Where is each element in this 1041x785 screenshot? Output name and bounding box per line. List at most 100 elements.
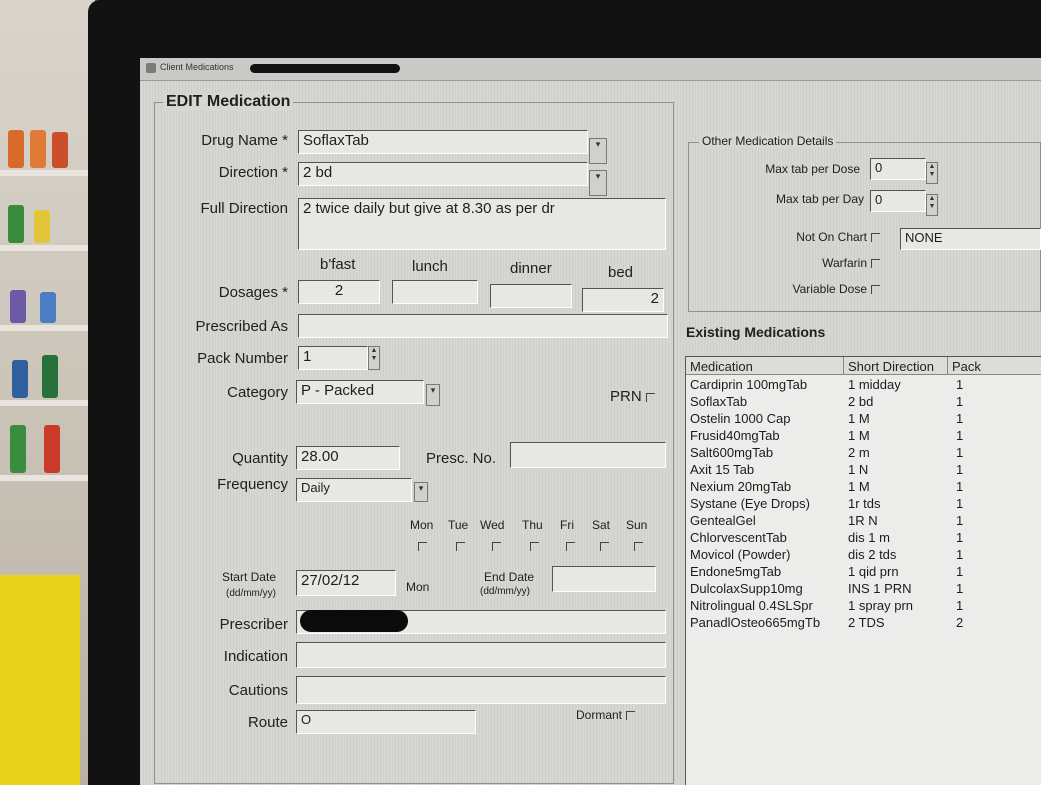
list-item[interactable]: Endone5mgTab 1 qid prn 1 xyxy=(686,564,1041,581)
prescribed-as-label: Prescribed As xyxy=(195,318,288,335)
medication-name: GentealGel xyxy=(690,513,756,528)
pack-number: 1 xyxy=(956,598,964,613)
day-tue: Tue xyxy=(448,518,469,532)
list-item[interactable]: Nexium 20mgTab 1 M 1 xyxy=(686,479,1041,496)
prn-checkbox[interactable] xyxy=(645,392,655,402)
short-direction: 1R N xyxy=(848,513,878,528)
start-date-field[interactable]: 27/02/12 xyxy=(296,570,396,596)
end-date-field[interactable] xyxy=(552,566,656,592)
day-fri: Fri xyxy=(560,518,574,532)
dosage-lunch-field[interactable] xyxy=(392,280,478,304)
day-sat-checkbox[interactable] xyxy=(600,542,609,551)
day-mon-checkbox[interactable] xyxy=(418,542,427,551)
variable-dose-checkbox[interactable] xyxy=(871,285,880,295)
medication-name: Endone5mgTab xyxy=(690,564,782,579)
not-on-chart-field[interactable]: NONE xyxy=(900,228,1041,250)
pack-number: 1 xyxy=(956,394,964,409)
short-direction: 1 qid prn xyxy=(848,564,899,579)
prn-text: PRN xyxy=(610,388,642,405)
quantity-label: Quantity xyxy=(232,450,288,467)
dosage-breakfast-field[interactable]: 2 xyxy=(298,280,380,304)
day-wed-checkbox[interactable] xyxy=(492,542,501,551)
category-select[interactable]: P - Packed xyxy=(296,380,424,404)
quantity-field[interactable]: 28.00 xyxy=(296,446,400,470)
end-date-label: End Date xyxy=(484,570,535,584)
existing-medications-list[interactable]: Medication Short Direction Pack Cardipri… xyxy=(685,356,1041,785)
direction-field[interactable]: 2 bd xyxy=(298,162,588,186)
column-header-short-direction[interactable]: Short Direction xyxy=(844,357,948,375)
list-item[interactable]: Systane (Eye Drops) 1r tds 1 xyxy=(686,496,1041,513)
short-direction: 2 m xyxy=(848,445,870,460)
dose-header-breakfast: b'fast xyxy=(320,256,356,273)
drug-name-field[interactable]: SoflaxTab xyxy=(298,130,588,154)
indication-field[interactable] xyxy=(296,642,666,668)
day-tue-checkbox[interactable] xyxy=(456,542,465,551)
max-tab-day-spinner[interactable]: ▲ ▼ xyxy=(926,194,938,216)
medication-name: Frusid40mgTab xyxy=(690,428,780,443)
list-item[interactable]: GentealGel 1R N 1 xyxy=(686,513,1041,530)
max-tab-dose-spinner[interactable]: ▲ ▼ xyxy=(926,162,938,184)
list-item[interactable]: SoflaxTab 2 bd 1 xyxy=(686,394,1041,411)
presc-no-label: Presc. No. xyxy=(426,450,497,467)
list-item[interactable]: Axit 15 Tab 1 N 1 xyxy=(686,462,1041,479)
frequency-dropdown-button[interactable]: ▾ xyxy=(414,482,428,502)
prescriber-label: Prescriber xyxy=(219,616,288,633)
pack-number: 1 xyxy=(956,411,964,426)
list-item[interactable]: Movicol (Powder) dis 2 tds 1 xyxy=(686,547,1041,564)
category-dropdown-button[interactable]: ▾ xyxy=(426,384,440,406)
dose-header-bed: bed xyxy=(608,264,634,281)
not-on-chart-checkbox[interactable] xyxy=(871,233,880,243)
list-item[interactable]: Cardiprin 100mgTab 1 midday 1 xyxy=(686,377,1041,394)
list-item[interactable]: ChlorvescentTab dis 1 m 1 xyxy=(686,530,1041,547)
max-tab-day-label: Max tab per Day xyxy=(775,192,864,206)
max-tab-day-field[interactable]: 0 xyxy=(870,190,926,212)
dosage-bed-field[interactable]: 2 xyxy=(582,288,664,312)
cautions-label: Cautions xyxy=(228,682,288,699)
medication-name: Cardiprin 100mgTab xyxy=(690,377,808,392)
list-item[interactable]: Frusid40mgTab 1 M 1 xyxy=(686,428,1041,445)
column-header-pack[interactable]: Pack xyxy=(948,357,1041,375)
pack-number: 1 xyxy=(956,547,964,562)
max-tab-dose-field[interactable]: 0 xyxy=(870,158,926,180)
list-item[interactable]: Salt600mgTab 2 m 1 xyxy=(686,445,1041,462)
dormant-text: Dormant xyxy=(576,708,623,722)
list-item[interactable]: PanadlOsteo665mgTb 2 TDS 2 xyxy=(686,615,1041,632)
dormant-checkbox[interactable] xyxy=(626,711,636,721)
not-on-chart-text: Not On Chart xyxy=(796,230,867,244)
list-item[interactable]: DulcolaxSupp10mg INS 1 PRN 1 xyxy=(686,581,1041,598)
warfarin-checkbox[interactable] xyxy=(871,259,880,269)
existing-medications-title: Existing Medications xyxy=(686,324,826,340)
app-icon xyxy=(146,63,156,73)
list-item[interactable]: Nitrolingual 0.4SLSpr 1 spray prn 1 xyxy=(686,598,1041,615)
list-item[interactable]: Ostelin 1000 Cap 1 M 1 xyxy=(686,411,1041,428)
dosage-dinner-field[interactable] xyxy=(490,284,572,308)
pack-number-spinner[interactable]: ▲ ▼ xyxy=(368,346,380,370)
day-thu-checkbox[interactable] xyxy=(530,542,539,551)
short-direction: 2 bd xyxy=(848,394,874,409)
pack-number-field[interactable]: 1 xyxy=(298,346,368,370)
end-date-format: (dd/mm/yy) xyxy=(480,586,530,597)
pack-number: 1 xyxy=(956,513,964,528)
short-direction: 1 M xyxy=(848,411,870,426)
full-direction-field[interactable]: 2 twice daily but give at 8.30 as per dr xyxy=(298,198,666,250)
day-fri-checkbox[interactable] xyxy=(566,542,575,551)
prn-label: PRN xyxy=(610,388,655,405)
day-sat: Sat xyxy=(592,518,611,532)
drug-name-dropdown-button[interactable]: ▾ xyxy=(589,138,607,164)
prescribed-as-field[interactable] xyxy=(298,314,668,338)
variable-dose-label: Variable Dose xyxy=(720,282,880,296)
route-field[interactable]: O xyxy=(296,710,476,734)
presc-no-field[interactable] xyxy=(510,442,666,468)
day-sun-checkbox[interactable] xyxy=(634,542,643,551)
not-on-chart-label: Not On Chart xyxy=(720,230,880,244)
day-wed: Wed xyxy=(480,518,505,532)
full-direction-label: Full Direction xyxy=(200,200,288,217)
dormant-label: Dormant xyxy=(576,708,636,722)
cautions-field[interactable] xyxy=(296,676,666,704)
column-header-medication[interactable]: Medication xyxy=(686,357,844,375)
dose-header-lunch: lunch xyxy=(412,258,448,275)
medication-name: PanadlOsteo665mgTb xyxy=(690,615,821,630)
short-direction: dis 2 tds xyxy=(848,547,897,562)
frequency-select[interactable]: Daily xyxy=(296,478,412,502)
direction-dropdown-button[interactable]: ▾ xyxy=(589,170,607,196)
